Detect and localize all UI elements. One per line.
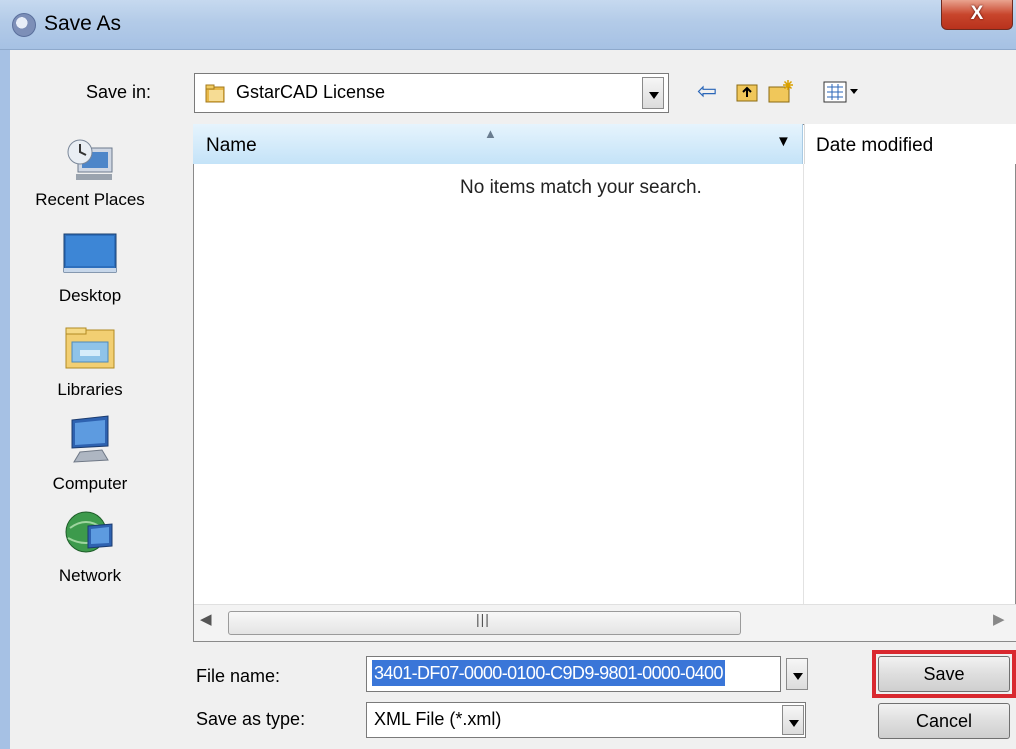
new-folder-icon[interactable]: [767, 78, 795, 109]
places-label: Network: [58, 566, 122, 585]
window-title: Save As: [44, 12, 122, 35]
back-arrow-icon[interactable]: ⇦: [697, 80, 717, 104]
save-as-type-label: Save as type:: [196, 709, 306, 729]
column-name-label: Name: [206, 135, 257, 156]
save-in-value: GstarCAD License: [236, 82, 386, 102]
network-icon: [62, 508, 118, 560]
places-label: Libraries: [57, 380, 123, 399]
recent-places-icon: [62, 134, 118, 186]
file-name-dropdown-arrow[interactable]: [786, 658, 808, 690]
app-icon: [12, 13, 36, 37]
file-name-value: 3401-DF07-0000-0100-C9D9-9801-0000-0400: [372, 660, 725, 686]
column-header-name[interactable]: [193, 124, 803, 164]
places-label: Recent Places: [35, 190, 145, 209]
sort-ascending-icon: ▲: [484, 126, 497, 141]
view-menu-icon[interactable]: [823, 80, 863, 109]
scroll-right-icon[interactable]: ▶: [993, 610, 1005, 628]
places-recent-places[interactable]: Recent Places: [10, 128, 170, 228]
column-divider: [803, 164, 804, 604]
close-button[interactable]: X: [941, 0, 1013, 30]
file-list[interactable]: [193, 124, 1016, 642]
scroll-left-icon[interactable]: ◀: [200, 610, 212, 628]
column-date-label: Date modified: [816, 135, 934, 156]
places-desktop[interactable]: Desktop: [10, 232, 170, 322]
computer-icon: [62, 414, 118, 466]
folder-icon: [204, 82, 226, 104]
scroll-grip-icon: |||: [476, 611, 490, 627]
column-filter-dropdown-icon[interactable]: ▼: [776, 133, 791, 150]
file-name-label: File name:: [196, 666, 281, 686]
places-label: Computer: [52, 474, 128, 493]
places-label: Desktop: [58, 286, 122, 305]
save-in-dropdown-arrow[interactable]: [642, 77, 664, 109]
window-frame: [0, 50, 10, 749]
empty-list-message: No items match your search.: [460, 177, 702, 198]
places-network[interactable]: Network: [10, 506, 170, 596]
desktop-icon: [62, 232, 118, 284]
places-libraries[interactable]: Libraries: [10, 322, 170, 412]
save-as-type-dropdown-arrow[interactable]: [782, 705, 804, 735]
up-folder-icon[interactable]: [735, 80, 759, 109]
save-button[interactable]: Save: [878, 656, 1010, 692]
save-as-type-value: XML File (*.xml): [374, 709, 502, 729]
title-bar: [0, 0, 1016, 50]
libraries-icon: [62, 324, 118, 376]
cancel-button[interactable]: Cancel: [878, 703, 1010, 739]
places-computer[interactable]: Computer: [10, 414, 170, 504]
save-in-label: Save in:: [86, 82, 152, 102]
